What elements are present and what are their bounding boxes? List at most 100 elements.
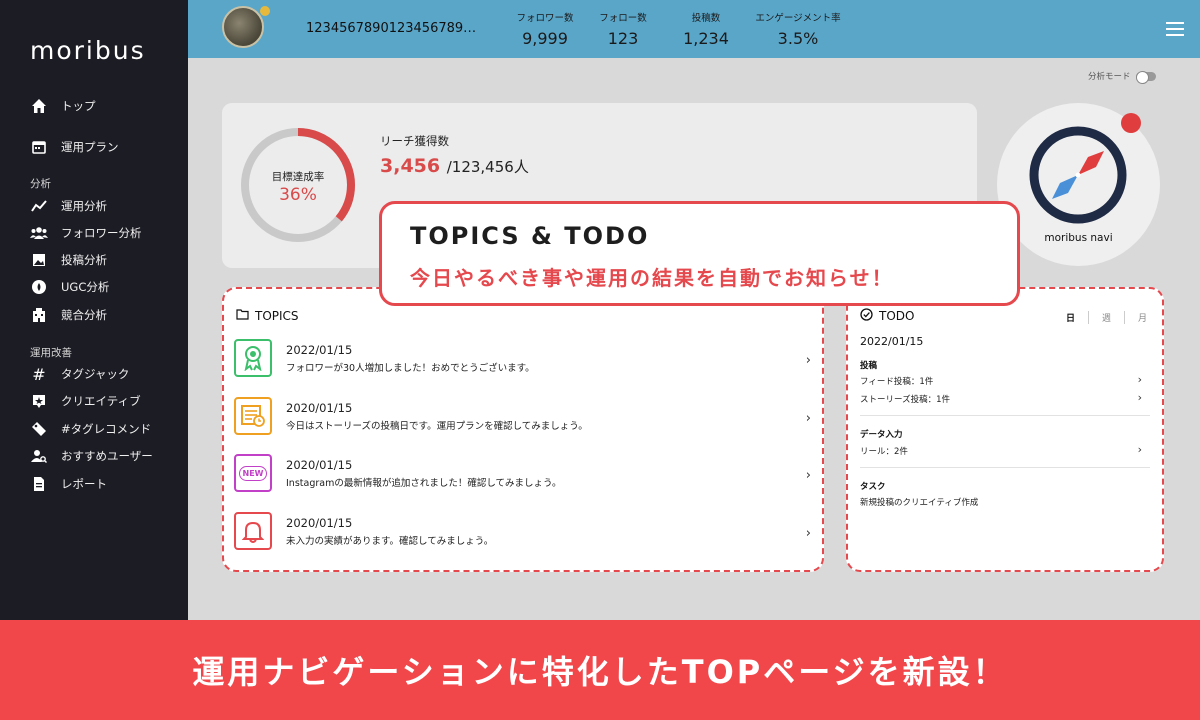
callout-title: TOPICS & TODO	[410, 222, 650, 250]
people-icon	[30, 224, 48, 242]
compass-icon	[1029, 126, 1127, 224]
goal-rate-value: 36%	[279, 185, 317, 205]
creative-icon	[30, 392, 48, 410]
sidebar-item-report[interactable]: レポート	[30, 473, 107, 495]
reach-total: /123,456人	[446, 158, 529, 176]
sidebar-item-label: UGC分析	[61, 280, 110, 294]
hamburger-menu-icon[interactable]	[1166, 22, 1184, 36]
topic-text: 今日はストーリーズの投稿日です。運用プランを確認してみましょう。	[286, 421, 588, 432]
sidebar-item-label: 競合分析	[61, 308, 107, 322]
sidebar-item-plan[interactable]: 運用プラン	[30, 136, 119, 158]
chevron-right-icon: ›	[1137, 443, 1142, 456]
tag-icon	[30, 420, 48, 438]
topic-text: Instagramの最新情報が追加されました！確認してみましょう。	[286, 478, 562, 489]
tab-week[interactable]: 週	[1088, 311, 1124, 324]
sidebar-item-label: タグジャック	[61, 367, 130, 381]
stat-posts: 投稿数 1,234	[676, 10, 736, 48]
chevron-right-icon: ›	[1137, 373, 1142, 386]
topic-date: 2022/01/15	[286, 343, 353, 357]
reach-value: 3,456	[380, 155, 441, 177]
todo-date: 2022/01/15	[860, 335, 924, 348]
chevron-right-icon: ›	[805, 411, 811, 426]
avatar[interactable]	[222, 6, 264, 48]
analysis-mode-toggle[interactable]: 分析モード	[1088, 70, 1156, 84]
username: 1234567890123456789…	[306, 21, 477, 36]
banner-text: 運用ナビゲーションに特化したTOPページを新設！	[192, 653, 1008, 691]
sidebar-item-tag-recommend[interactable]: #タグレコメンド	[30, 418, 151, 440]
stat-value: 123	[607, 29, 639, 48]
moribus-logo[interactable]: moribus	[30, 36, 146, 65]
new-badge-icon: NEW	[234, 454, 272, 492]
sidebar-item-label: クリエイティブ	[61, 394, 141, 408]
moribus-navi-label: moribus navi	[1044, 232, 1113, 244]
sidebar-item-ugc-analysis[interactable]: UGC分析	[30, 276, 109, 298]
todo-item-label: フィード投稿：1件	[860, 377, 934, 387]
todo-item-label: 新規投稿のクリエイティブ作成	[860, 498, 979, 508]
sidebar-item-follower-analysis[interactable]: フォロワー分析	[30, 222, 142, 244]
goal-rate-label: 目標達成率	[271, 171, 325, 183]
sidebar-item-operation-analysis[interactable]: 運用分析	[30, 195, 107, 217]
divider	[860, 415, 1150, 416]
stat-followers: フォロワー数 9,999	[515, 10, 575, 48]
topic-item[interactable]: 2020/01/15 未入力の実績があります。確認してみましょう。 ›	[234, 512, 819, 560]
sidebar-item-top[interactable]: トップ	[30, 95, 96, 117]
reach-value-line: 3,456 /123,456人	[380, 155, 529, 177]
stat-value: 3.5%	[777, 29, 819, 48]
sidebar-item-creative[interactable]: クリエイティブ	[30, 390, 141, 412]
tab-month[interactable]: 月	[1124, 311, 1147, 324]
report-icon	[30, 475, 48, 493]
stat-label: フォロワー数	[516, 13, 574, 24]
todo-category-data: データ入力	[860, 430, 903, 440]
chevron-right-icon: ›	[805, 468, 811, 483]
todo-item-reel[interactable]: リール：2件 ›	[860, 443, 1150, 457]
chevron-right-icon: ›	[1137, 391, 1142, 404]
toggle-switch[interactable]	[1135, 70, 1156, 84]
sidebar-item-label: トップ	[61, 99, 96, 113]
sidebar-item-label: #タグレコメンド	[61, 422, 152, 436]
topic-text: フォロワーが30人増加しました！おめでとうございます。	[286, 363, 535, 374]
sidebar-item-post-analysis[interactable]: 投稿分析	[30, 249, 107, 271]
chevron-right-icon: ›	[805, 353, 811, 368]
building-icon	[30, 306, 48, 324]
sidebar-item-label: 投稿分析	[61, 253, 107, 267]
user-search-icon	[30, 447, 48, 465]
topic-item[interactable]: NEW 2020/01/15 Instagramの最新情報が追加されました！確認…	[234, 454, 819, 502]
sidebar-item-tagjack[interactable]: # タグジャック	[30, 363, 129, 385]
sidebar-item-label: フォロワー分析	[61, 226, 142, 240]
analysis-mode-label: 分析モード	[1088, 72, 1131, 82]
todo-item-task[interactable]: 新規投稿のクリエイティブ作成	[860, 496, 1150, 508]
topic-date: 2020/01/15	[286, 458, 353, 472]
todo-category-post: 投稿	[860, 361, 878, 371]
divider	[860, 467, 1150, 468]
topic-item[interactable]: 2022/01/15 フォロワーが30人増加しました！おめでとうございます。 ›	[234, 339, 819, 387]
sidebar-item-label: 運用プラン	[61, 140, 119, 154]
sidebar-item-competitor-analysis[interactable]: 競合分析	[30, 304, 107, 326]
topic-date: 2020/01/15	[286, 516, 353, 530]
trend-icon	[30, 197, 48, 215]
todo-item-label: ストーリーズ投稿：1件	[860, 395, 950, 405]
stat-label: 投稿数	[691, 13, 721, 24]
topic-text: 未入力の実績があります。確認してみましょう。	[286, 536, 494, 547]
todo-item-label: リール：2件	[860, 447, 908, 457]
sidebar-item-recommended-users[interactable]: おすすめユーザー	[30, 445, 153, 467]
avatar-badge	[260, 6, 270, 16]
tab-day[interactable]: 日	[1066, 311, 1088, 324]
stat-label: エンゲージメント率	[755, 13, 841, 24]
todo-item-feed[interactable]: フィード投稿：1件 ›	[860, 373, 1150, 387]
sidebar-item-label: レポート	[61, 477, 107, 491]
chevron-right-icon: ›	[805, 526, 811, 541]
topic-date: 2020/01/15	[286, 401, 353, 415]
promo-banner: 運用ナビゲーションに特化したTOPページを新設！	[0, 620, 1200, 720]
topics-panel: TOPICS 2022/01/15 フォロワーが30人増加しました！おめでとうご…	[222, 287, 824, 572]
callout-subtitle: 今日やるべき事や運用の結果を自動でお知らせ！	[410, 266, 894, 290]
reach-title: リーチ獲得数	[380, 134, 449, 148]
todo-item-story[interactable]: ストーリーズ投稿：1件 ›	[860, 391, 1150, 405]
schedule-icon	[234, 397, 272, 435]
stat-following: フォロー数 123	[593, 10, 653, 48]
bell-icon	[234, 512, 272, 550]
topics-title-label: TOPICS	[255, 309, 299, 323]
notification-dot	[1121, 113, 1141, 133]
todo-category-task: タスク	[860, 482, 886, 492]
topic-item[interactable]: 2020/01/15 今日はストーリーズの投稿日です。運用プランを確認してみまし…	[234, 397, 819, 445]
home-icon	[30, 97, 48, 115]
